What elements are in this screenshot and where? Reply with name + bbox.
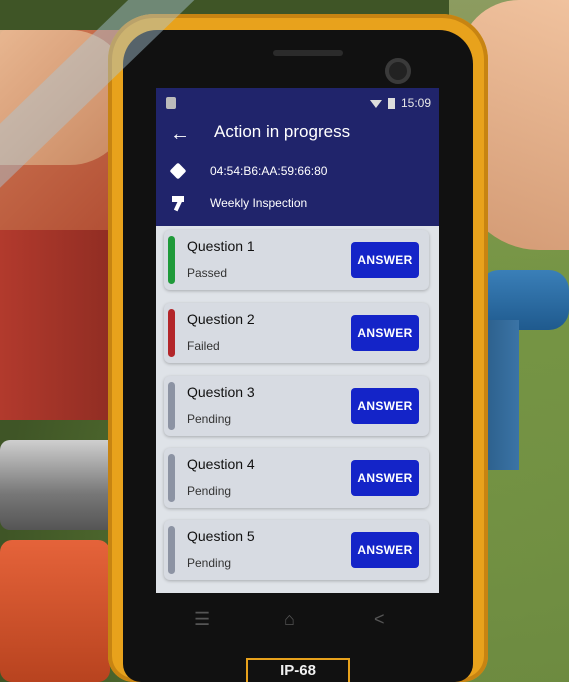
status-indicator [168,526,175,574]
page-title: Action in progress [214,122,351,141]
answer-button[interactable]: ANSWER [351,532,419,568]
menu-icon[interactable]: ☰ [194,609,210,630]
blue-valve [484,320,519,470]
android-nav-bar: ☰ ⌂ < [156,597,439,641]
red-machine [0,230,120,420]
question-label: Question 2 [187,311,255,327]
question-status: Pending [187,484,232,498]
question-card[interactable]: Question 3 Pending ANSWER [164,376,429,436]
speaker-grille [273,50,343,56]
battery-icon [387,97,395,109]
inspection-row: Weekly Inspection [170,194,307,212]
mac-address-row: 04:54:B6:AA:59:66:80 [170,162,327,180]
question-card[interactable]: Question 4 Pending ANSWER [164,448,429,508]
question-status: Passed [187,266,228,280]
phone-screen: 15:09 ← Action in progress 04:54:B6:AA:5… [156,88,439,593]
question-card[interactable]: Question 5 Pending ANSWER [164,520,429,580]
question-label: Question 3 [187,384,255,400]
status-time: 15:09 [400,96,431,110]
question-label: Question 1 [187,238,255,254]
mac-address: 04:54:B6:AA:59:66:80 [210,164,328,178]
answer-button[interactable]: ANSWER [351,242,419,278]
question-status: Pending [187,556,232,570]
question-status: Failed [187,339,220,353]
question-card[interactable]: Question 1 Passed ANSWER [164,230,429,290]
app-header: ← Action in progress 04:54:B6:AA:59:66:8… [156,118,439,226]
answer-button[interactable]: ANSWER [351,460,419,496]
metal-pipe [0,440,120,530]
wifi-icon [369,100,382,108]
status-indicator [168,236,175,284]
sim-icon [166,97,176,109]
question-label: Question 5 [187,528,255,544]
back-arrow-icon[interactable]: ← [170,124,190,144]
front-camera [385,58,411,84]
answer-button[interactable]: ANSWER [351,315,419,351]
home-icon[interactable]: ⌂ [284,609,295,630]
question-card[interactable]: Question 2 Failed ANSWER [164,303,429,363]
orange-pipe [0,540,110,682]
back-nav-icon[interactable]: < [374,609,385,630]
status-indicator [168,382,175,430]
answer-button[interactable]: ANSWER [351,388,419,424]
status-bar: 15:09 [156,88,439,118]
status-indicator [168,309,175,357]
status-indicator [168,454,175,502]
question-label: Question 4 [187,456,255,472]
question-status: Pending [187,412,232,426]
inspection-name: Weekly Inspection [210,196,308,210]
ip-rating-badge: IP-68 [246,658,350,682]
hammer-icon [170,194,188,212]
tag-icon [170,162,188,180]
